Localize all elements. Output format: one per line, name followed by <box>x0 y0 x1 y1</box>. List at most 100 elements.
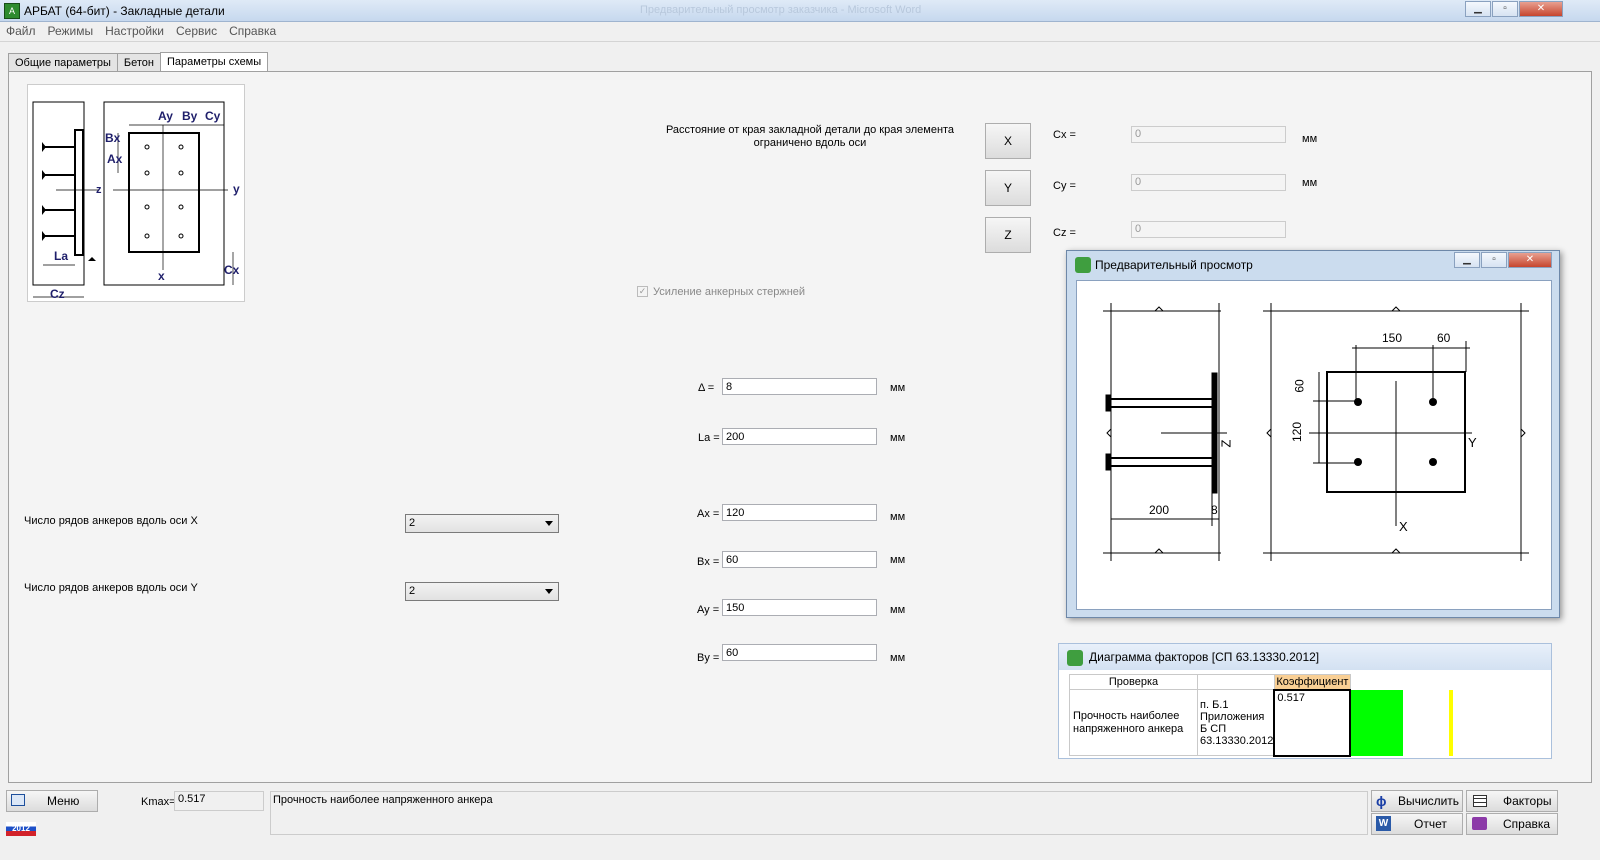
button-z[interactable]: Z <box>985 217 1031 253</box>
preview-dim-120: 120 <box>1290 421 1305 443</box>
by-input[interactable] <box>722 644 877 661</box>
rows-x-select[interactable]: 2 <box>405 514 559 533</box>
table-icon <box>1473 795 1487 807</box>
bx-input[interactable] <box>722 551 877 568</box>
delta-label: Δ = <box>698 382 715 394</box>
chevron-down-icon <box>545 521 553 526</box>
close-button[interactable]: ✕ <box>1519 1 1563 17</box>
factors-panel: Диаграмма факторов [СП 63.13330.2012] Пр… <box>1058 643 1552 759</box>
rows-y-label: Число рядов анкеров вдоль оси Y <box>24 582 198 594</box>
cx-unit: мм <box>1302 133 1318 145</box>
by-label: By = <box>697 652 720 664</box>
row-check: Прочность наиболее напряженного анкера <box>1069 689 1198 756</box>
preview-dim-200: 200 <box>1149 503 1170 517</box>
cx-label: Cx = <box>1053 129 1076 141</box>
menu-icon <box>11 794 25 806</box>
header-check: Проверка <box>1069 674 1198 690</box>
rows-x-label: Число рядов анкеров вдоль оси X <box>24 515 198 527</box>
menu-settings[interactable]: Настройки <box>99 22 170 40</box>
bx-label: Bx = <box>697 556 720 568</box>
tab-concrete[interactable]: Бетон <box>116 53 161 72</box>
tab-scheme[interactable]: Параметры схемы <box>160 52 269 73</box>
cy-label: Cy = <box>1053 180 1076 192</box>
label-y-axis: y <box>233 182 240 196</box>
kmax-label: Kmax= <box>141 796 176 808</box>
factors-app-icon <box>1067 650 1083 666</box>
preview-dim-8: 8 <box>1211 503 1218 517</box>
cx-input[interactable]: 0 <box>1131 126 1286 143</box>
bx-unit: мм <box>890 554 906 566</box>
preview-minimize-button[interactable]: ▁ <box>1454 252 1480 268</box>
tab-strip: Общие параметры Бетон Параметры схемы <box>8 51 269 73</box>
label-cy: Cy <box>205 109 221 123</box>
factors-label: Факторы <box>1503 794 1552 808</box>
background-window-title: Предварительный просмотр заказчика - Mic… <box>640 4 922 16</box>
chevron-down-icon <box>545 589 553 594</box>
label-cx: Cx <box>224 263 240 277</box>
label-x-axis: x <box>158 269 165 283</box>
preview-y-axis: Y <box>1468 435 1477 450</box>
app-icon: A <box>4 3 20 19</box>
la-label: La = <box>698 432 720 444</box>
la-input[interactable] <box>722 428 877 445</box>
preview-drawing <box>1103 303 1529 561</box>
ay-label: Ay = <box>697 604 720 616</box>
calculate-icon: ϕ <box>1376 793 1387 809</box>
reinforce-label: Усиление анкерных стержней <box>653 286 806 298</box>
header-coef: Коэффициент <box>1273 674 1351 690</box>
ay-unit: мм <box>890 604 906 616</box>
reinforce-checkbox[interactable]: ✓ <box>637 286 648 297</box>
button-x[interactable]: X <box>985 123 1031 159</box>
menu-button-label: Меню <box>47 794 80 808</box>
button-y[interactable]: Y <box>985 170 1031 206</box>
kmax-value: 0.517 <box>174 791 264 811</box>
cz-label: Cz = <box>1053 227 1076 239</box>
label-bx: Bx <box>105 131 121 145</box>
preview-title: Предварительный просмотр <box>1095 258 1253 272</box>
minimize-button[interactable]: ▁ <box>1465 1 1491 17</box>
title-bar: A АРБАТ (64-бит) - Закладные детали Пред… <box>0 0 1600 22</box>
year-badge: 2012 <box>6 822 36 836</box>
preview-x-axis: X <box>1399 519 1408 534</box>
ax-input[interactable] <box>722 504 877 521</box>
rows-x-value: 2 <box>409 517 416 529</box>
maximize-button[interactable]: ▫ <box>1492 1 1518 17</box>
row-ref: п. Б.1 Приложения Б СП 63.13330.2012 <box>1197 689 1275 756</box>
label-cz: Cz <box>50 287 65 301</box>
help-label: Справка <box>1503 817 1551 831</box>
word-icon: W <box>1376 816 1391 831</box>
menu-file[interactable]: Файл <box>0 22 42 40</box>
header-ref <box>1197 674 1275 690</box>
label-ax: Ax <box>107 152 123 166</box>
window-title: АРБАТ (64-бит) - Закладные детали <box>24 4 225 18</box>
ax-unit: мм <box>890 511 906 523</box>
report-label: Отчет <box>1414 817 1447 831</box>
factor-bar <box>1351 689 1404 756</box>
preview-canvas: Z Y X 150 60 60 120 200 8 <box>1076 280 1552 610</box>
factors-header: Диаграмма факторов [СП 63.13330.2012] <box>1059 644 1551 670</box>
rows-y-select[interactable]: 2 <box>405 582 559 601</box>
cz-input[interactable]: 0 <box>1131 221 1286 238</box>
factors-title: Диаграмма факторов [СП 63.13330.2012] <box>1089 650 1320 664</box>
label-la: La <box>54 249 69 263</box>
row-coef[interactable]: 0.517 <box>1273 688 1352 757</box>
menu-modes[interactable]: Режимы <box>42 22 100 40</box>
factor-bar-cell <box>1350 689 1550 756</box>
delta-input[interactable] <box>722 378 877 395</box>
preview-maximize-button[interactable]: ▫ <box>1481 252 1507 268</box>
calculate-label: Вычислить <box>1398 794 1460 808</box>
label-z-axis: z <box>96 184 102 196</box>
label-by: By <box>182 109 198 123</box>
ay-input[interactable] <box>722 599 877 616</box>
menu-help[interactable]: Справка <box>223 22 282 40</box>
menu-service[interactable]: Сервис <box>170 22 223 40</box>
preview-dim-60-side: 60 <box>1292 379 1307 393</box>
cy-input[interactable]: 0 <box>1131 174 1286 191</box>
scheme-diagram: Ay By Cy Bx Ax y z x La Cx Cz <box>27 84 245 302</box>
tab-general[interactable]: Общие параметры <box>8 53 118 72</box>
preview-close-button[interactable]: ✕ <box>1508 252 1552 268</box>
distance-label: Расстояние от края закладной детали до к… <box>665 124 955 149</box>
factors-table: Проверка Коэффициент Прочность наиболее … <box>1069 674 1551 757</box>
preview-app-icon <box>1075 257 1091 273</box>
preview-dim-60-top: 60 <box>1437 331 1451 345</box>
